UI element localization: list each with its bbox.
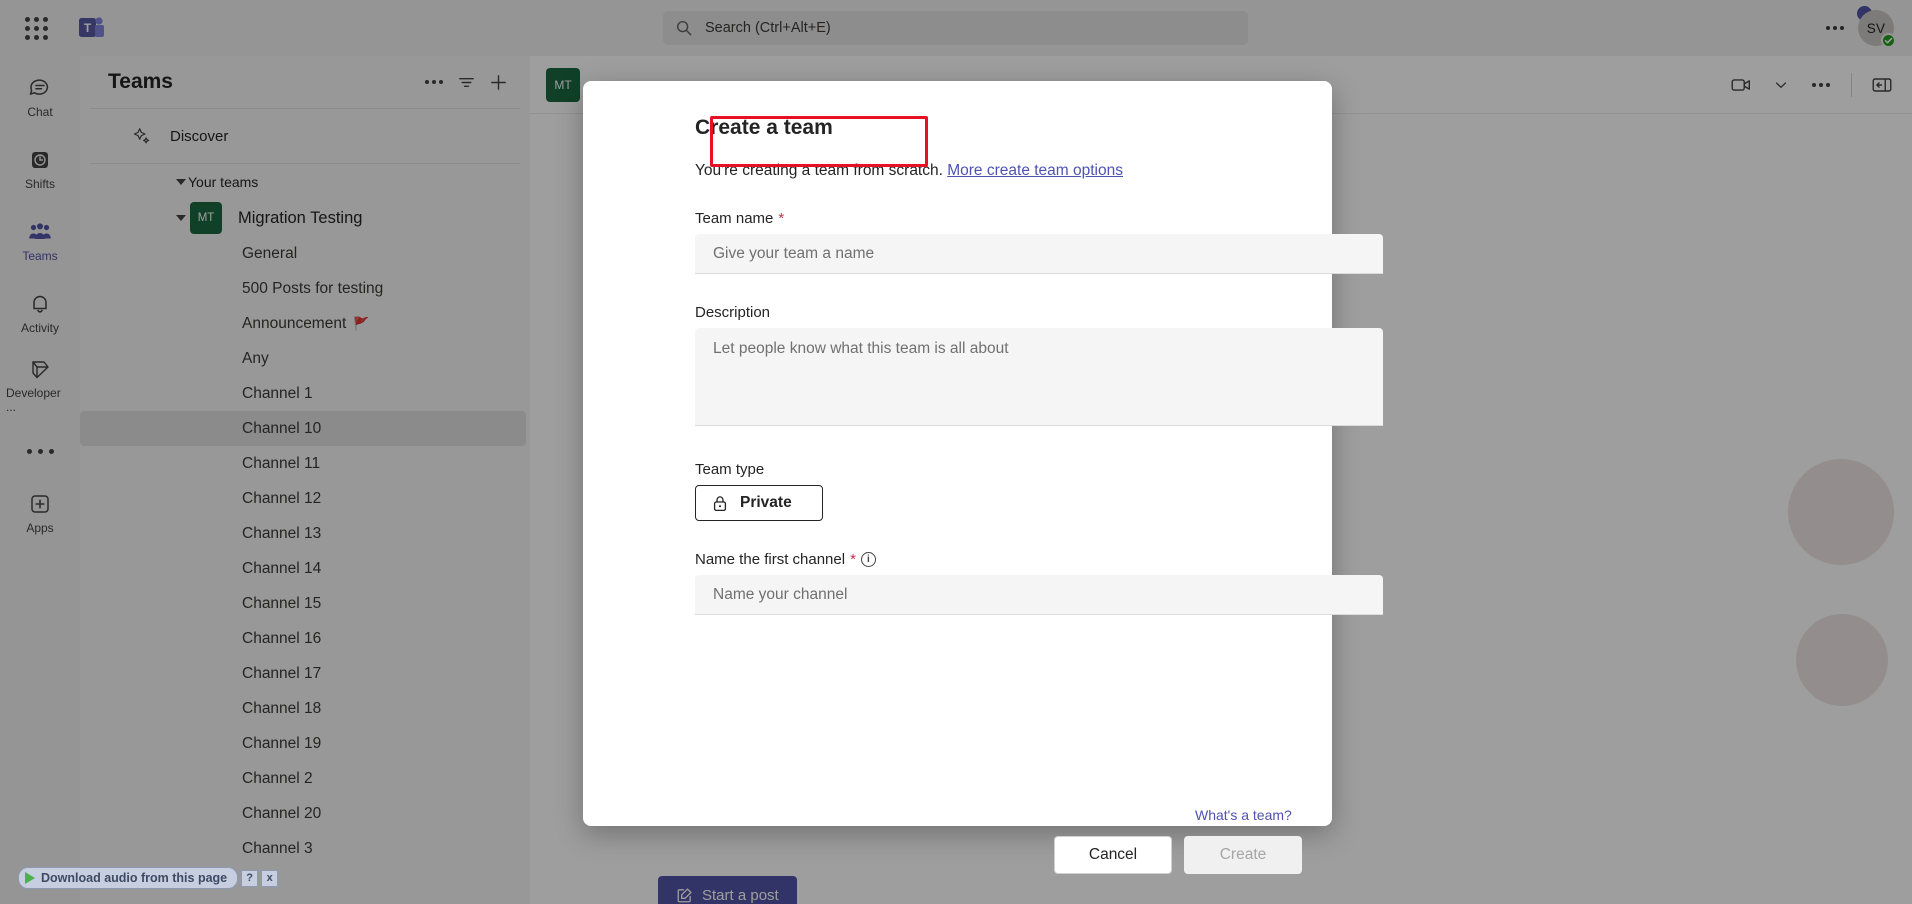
create-button: Create [1184,836,1302,874]
dialog-footer: Cancel Create [1054,836,1302,874]
team-type-label-text: Team type [695,461,765,478]
download-audio-button[interactable]: Download audio from this page [18,867,239,889]
team-name-label: Team name * [695,210,1302,227]
info-icon[interactable]: i [860,552,876,567]
first-channel-label-text: Name the first channel [695,551,846,568]
team-name-input[interactable] [695,234,1383,274]
team-type-label: Team type [695,461,1302,478]
team-name-label-text: Team name [695,210,774,227]
team-type-button[interactable]: Private [695,485,823,521]
cancel-button[interactable]: Cancel [1054,836,1172,874]
close-button[interactable]: x [261,869,279,887]
help-button[interactable]: ? [241,869,259,887]
required-asterisk: * [850,551,856,568]
download-audio-widget: Download audio from this page ? x [18,867,279,889]
dialog-subtitle-text: You're creating a team from scratch. [695,162,948,179]
description-label-text: Description [695,304,771,321]
required-asterisk: * [778,210,785,227]
dialog-subtitle: You're creating a team from scratch. Mor… [695,162,1302,180]
whats-a-team-link[interactable]: What's a team? [1195,807,1292,823]
lock-icon [713,495,727,511]
team-type-value: Private [740,494,792,511]
more-create-team-options-link[interactable]: More create team options [947,162,1123,179]
play-icon [25,872,35,884]
dialog-title: Create a team [695,116,833,139]
teams-app-window: T Search (Ctrl+Alt+E) SV Chat Shifts Tea… [0,0,1912,904]
first-channel-input[interactable] [695,575,1383,615]
first-channel-label: Name the first channel * i [695,551,1302,568]
description-input[interactable] [695,328,1383,426]
description-label: Description [695,304,1302,321]
download-audio-label: Download audio from this page [41,871,228,885]
create-a-team-dialog: Create a team You're creating a team fro… [583,81,1383,874]
